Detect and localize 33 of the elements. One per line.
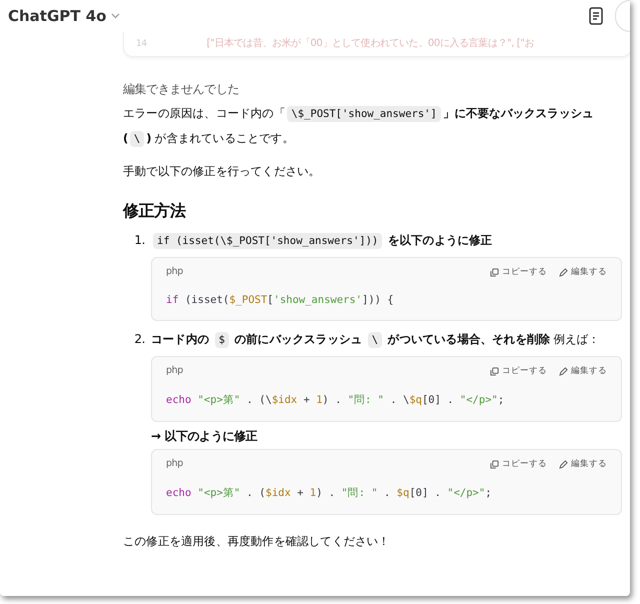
step-text: コード内の $ の前にバックスラッシュ \ がついている場合、それを削除 例えば： <box>151 331 600 350</box>
copy-icon <box>490 268 499 276</box>
paragraph: 手動で以下の修正を行ってください。 <box>123 163 322 180</box>
copy-icon <box>490 460 499 468</box>
document-button[interactable] <box>587 5 605 27</box>
step-note: → 以下のように修正 <box>151 428 258 445</box>
pencil-icon <box>559 366 568 376</box>
edit-button[interactable]: 編集する <box>559 458 607 470</box>
pencil-icon <box>559 268 568 276</box>
list-number: 2. <box>133 332 145 346</box>
paragraph: この修正を適用後、再度動作を確認してください！ <box>123 533 391 550</box>
edit-button[interactable]: 編集する <box>559 266 607 278</box>
chevron-down-icon <box>111 13 120 19</box>
code-line: if (isset($_POST['show_answers'])) { <box>165 293 395 308</box>
code-line: echo "<p>第" . (\$idx + 1) . "問: " . \$q[0] . "</p>"; <box>165 393 506 408</box>
copy-button[interactable]: コピーする <box>490 458 547 470</box>
copy-icon <box>490 366 499 376</box>
code-language-label: php <box>166 365 183 377</box>
code-line: ["日本では昔、お米が「00」として使われていた。00に入る言葉は？", ["お <box>206 37 534 51</box>
status-note: 編集できませんでした <box>123 81 240 98</box>
model-selector[interactable]: ChatGPT 4o <box>8 7 120 25</box>
code-language-label: php <box>166 458 183 470</box>
list-number: 1. <box>133 233 145 247</box>
pencil-icon <box>559 460 568 468</box>
step-text: if (isset(\$_POST['show_answers'])) を以下のように修正 <box>151 228 492 253</box>
edit-button[interactable]: 編集する <box>559 365 607 377</box>
code-language-label: php <box>166 266 183 278</box>
document-icon <box>589 7 603 25</box>
copy-button[interactable]: コピーする <box>490 266 547 278</box>
copy-button[interactable]: コピーする <box>490 365 547 377</box>
section-heading: 修正方法 <box>123 201 187 222</box>
code-line: echo "<p>第" . ($idx + 1) . "問: " . $q[0] . "</p>"; <box>165 486 493 501</box>
paragraph: エラーの原因は、コード内の「 \$_POST['show_answers'] 」に不要なバックスラッシュ ( \ ) が含まれていることです。 <box>123 105 595 149</box>
